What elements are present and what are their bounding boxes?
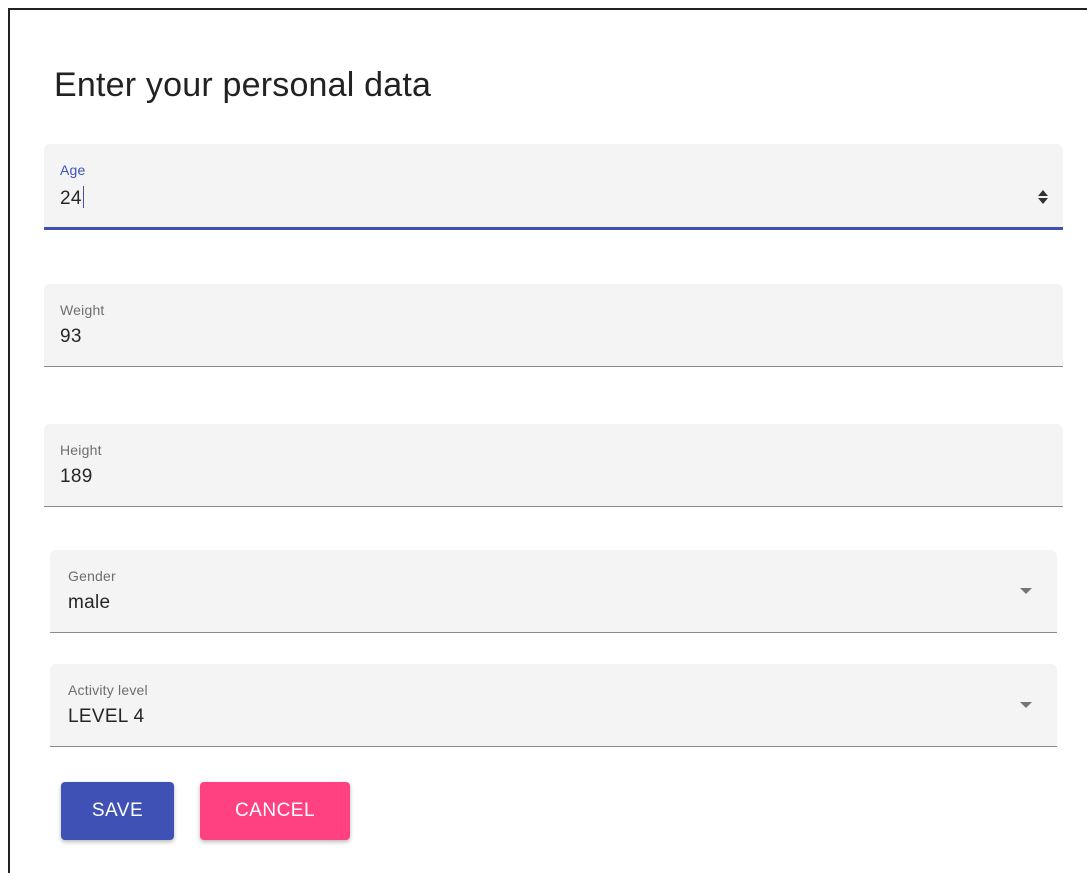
weight-field[interactable]: Weight 93 <box>44 284 1063 367</box>
gender-label: Gender <box>68 568 116 584</box>
text-caret <box>82 186 84 208</box>
cancel-button[interactable]: CANCEL <box>200 782 350 840</box>
age-value: 24 <box>60 188 82 209</box>
activity-level-label: Activity level <box>68 682 148 698</box>
gender-select[interactable]: Gender male <box>50 550 1057 633</box>
spinner-icon[interactable] <box>1037 188 1049 206</box>
weight-label: Weight <box>60 302 105 318</box>
save-button[interactable]: SAVE <box>61 782 174 840</box>
age-label: Age <box>60 162 86 178</box>
activity-level-select[interactable]: Activity level LEVEL 4 <box>50 664 1057 747</box>
activity-level-value: LEVEL 4 <box>68 706 145 727</box>
gender-value: male <box>68 592 111 613</box>
height-field[interactable]: Height 189 <box>44 424 1063 507</box>
personal-data-dialog: Enter your personal data Age 24 Weight 9… <box>8 8 1087 873</box>
dialog-title: Enter your personal data <box>54 66 432 104</box>
chevron-down-icon[interactable] <box>1019 700 1033 710</box>
page-left-edge <box>0 0 8 873</box>
chevron-down-icon[interactable] <box>1019 586 1033 596</box>
age-field[interactable]: Age 24 <box>44 144 1063 230</box>
page-top-edge <box>0 0 1087 8</box>
weight-input[interactable]: 93 <box>60 326 82 348</box>
height-label: Height <box>60 442 102 458</box>
age-input[interactable]: 24 <box>60 186 84 210</box>
height-input[interactable]: 189 <box>60 466 93 488</box>
